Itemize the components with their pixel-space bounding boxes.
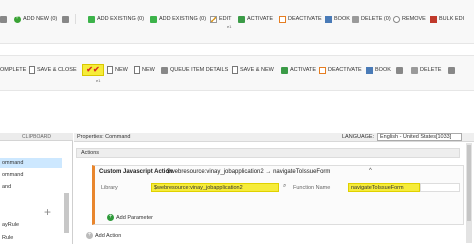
ribbon1-left-edge[interactable] xyxy=(0,14,9,24)
action-title: Custom Javascript Action xyxy=(99,169,173,175)
deactivate-icon xyxy=(279,15,286,23)
add-parameter-label: Add Parameter xyxy=(116,214,153,221)
delete-icon xyxy=(411,66,418,74)
deactivate-button-2[interactable]: DEACTIVATE xyxy=(319,65,362,75)
save-new-icon xyxy=(232,66,238,74)
language-label: LANGUAGE: xyxy=(342,134,375,140)
queue-item-details-button[interactable]: QUEUE ITEM DETAILS xyxy=(161,65,228,75)
custom-javascript-action-card[interactable]: Custom Javascript Action $webresource:vi… xyxy=(92,165,464,225)
highlighted-check-button[interactable]: ✔ ✔ xyxy=(82,64,104,76)
function-name-label: Function Name xyxy=(293,185,331,191)
save-close-button[interactable]: SAVE & CLOSE xyxy=(29,65,77,75)
new-button-1[interactable]: NEW xyxy=(107,65,128,75)
new-icon xyxy=(134,66,140,74)
more-icon xyxy=(448,66,455,74)
add-action-label: Add Action xyxy=(95,232,122,239)
add-existing-icon xyxy=(88,15,95,23)
remove-icon xyxy=(393,15,400,23)
new-button-2[interactable]: NEW xyxy=(134,65,155,75)
add-new-button[interactable]: ADD NEW (0) xyxy=(14,14,57,24)
properties-header: Properties: Command LANGUAGE: English - … xyxy=(74,133,474,142)
mark-complete-button[interactable]: OMPLETE xyxy=(0,65,26,75)
bulk-edit-icon xyxy=(430,15,437,23)
sidebar-item-command-selected[interactable]: ommand xyxy=(0,158,62,168)
activate-icon xyxy=(281,66,288,74)
new-icon xyxy=(107,66,113,74)
check-badge: e1 xyxy=(96,78,101,83)
add-existing-icon xyxy=(150,15,157,23)
add-existing-button-2[interactable]: ADD EXISTING (0) xyxy=(150,14,206,24)
add-parameter-button[interactable]: + Add Parameter xyxy=(107,214,153,221)
sidebar: CLIPBOARD ommand ommand and + ayRule Rul… xyxy=(0,133,73,244)
activate-icon xyxy=(238,15,245,23)
actions-section-header[interactable]: Actions xyxy=(76,148,460,158)
edit-button[interactable]: EDIT xyxy=(210,14,232,24)
add-parameter-icon: + xyxy=(107,214,114,221)
properties-panel: Properties: Command LANGUAGE: English - … xyxy=(74,133,474,244)
sidebar-scrollbar[interactable] xyxy=(64,193,69,233)
search-icon[interactable]: ⌕ xyxy=(283,183,286,190)
ribbon-toolbar-2: OMPLETE SAVE & CLOSE ✔ ✔ e1 NEW NEW QUEU… xyxy=(0,55,474,91)
save-close-icon xyxy=(29,66,35,74)
activate-button-2[interactable]: ACTIVATE xyxy=(281,65,316,75)
language-select[interactable]: English - United States[1033] xyxy=(377,133,462,141)
sidebar-item-display-rule[interactable]: ayRule xyxy=(0,220,62,230)
separator xyxy=(75,14,76,24)
book-icon xyxy=(366,66,373,74)
save-new-button[interactable]: SAVE & NEW xyxy=(232,65,274,75)
library-input[interactable]: $webresource:vinay_jobapplication2 xyxy=(151,183,279,192)
grid-button[interactable] xyxy=(396,65,405,75)
delete-icon xyxy=(352,15,359,23)
check-icon: ✔ xyxy=(93,65,100,74)
function-name-input[interactable]: navigateToIssueForm xyxy=(348,183,420,192)
action-subtitle: $webresource:vinay_jobapplication2 → nav… xyxy=(167,169,331,175)
bulk-edit-button[interactable]: BULK EDI xyxy=(430,14,464,24)
add-existing-button-1[interactable]: ADD EXISTING (0) xyxy=(88,14,144,24)
add-action-icon: + xyxy=(86,232,93,239)
function-name-field-extension[interactable] xyxy=(420,183,460,192)
more-button[interactable] xyxy=(448,65,457,75)
add-action-button[interactable]: + Add Action xyxy=(86,232,121,239)
properties-title: Properties: Command xyxy=(77,134,131,140)
collapse-caret-icon[interactable]: ^ xyxy=(369,168,372,174)
book-button-2[interactable]: BOOK xyxy=(366,65,391,75)
sidebar-item-command-2[interactable]: and xyxy=(0,182,62,192)
delete-button[interactable]: DELETE (0) xyxy=(352,14,391,24)
deactivate-button[interactable]: DEACTIVATE xyxy=(279,14,322,24)
edit-icon xyxy=(210,15,217,23)
add-icon[interactable]: + xyxy=(44,205,51,219)
add-new-dropdown[interactable] xyxy=(62,14,71,24)
collapse-icon xyxy=(0,15,7,23)
delete-button-2[interactable]: DELETE xyxy=(411,65,441,75)
properties-scrollbar-thumb[interactable] xyxy=(467,145,471,221)
chevron-down-icon xyxy=(62,15,69,23)
sidebar-item-rule[interactable]: Rule xyxy=(0,233,62,243)
book-icon xyxy=(325,15,332,23)
library-label: Library xyxy=(101,185,118,191)
sidebar-header: CLIPBOARD xyxy=(0,133,73,141)
queue-icon xyxy=(161,66,168,74)
edit-badge: e1 xyxy=(227,24,232,29)
sidebar-item-command[interactable]: ommand xyxy=(0,170,62,180)
check-icon: ✔ xyxy=(86,65,93,74)
ribbon-toolbar-1: ADD NEW (0) ADD EXISTING (0) ADD EXISTIN… xyxy=(0,0,474,44)
grid-icon xyxy=(396,66,403,74)
deactivate-icon xyxy=(319,66,326,74)
remove-button[interactable]: REMOVE xyxy=(393,14,426,24)
add-new-icon xyxy=(14,14,21,23)
actions-label: Actions xyxy=(81,150,100,156)
activate-button[interactable]: ACTIVATE xyxy=(238,14,273,24)
book-button[interactable]: BOOK xyxy=(325,14,350,24)
